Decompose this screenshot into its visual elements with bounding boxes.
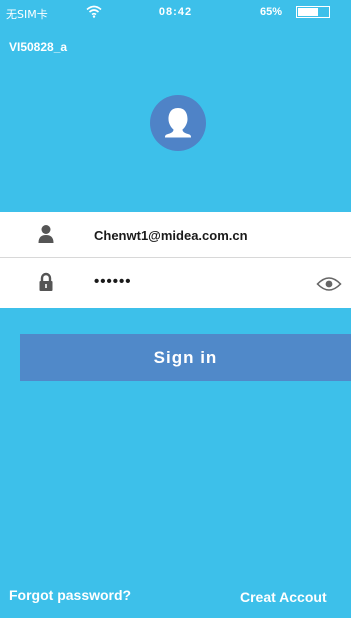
eye-icon[interactable] bbox=[316, 276, 342, 292]
password-field[interactable]: •••••• bbox=[0, 258, 351, 308]
lock-icon bbox=[39, 272, 53, 291]
device-id-label: VI50828_a bbox=[9, 40, 68, 54]
battery-icon bbox=[296, 6, 330, 18]
create-account-link[interactable]: Creat Accout bbox=[240, 589, 327, 605]
sign-in-button[interactable]: Sign in bbox=[20, 334, 351, 381]
user-icon bbox=[38, 225, 54, 243]
forgot-password-link[interactable]: Forgot password? bbox=[9, 587, 131, 603]
battery-fill bbox=[298, 8, 318, 16]
status-bar: 无SIM卡 08:42 65% bbox=[0, 0, 351, 26]
username-input[interactable]: Chenwt1@midea.com.cn bbox=[94, 228, 248, 243]
username-field[interactable]: Chenwt1@midea.com.cn bbox=[0, 212, 351, 258]
login-screen: 无SIM卡 08:42 65% VI50828_a Chenwt1@midea.… bbox=[0, 0, 351, 618]
avatar bbox=[150, 95, 206, 151]
battery-percent: 65% bbox=[260, 6, 283, 18]
password-input[interactable]: •••••• bbox=[94, 273, 132, 290]
user-avatar-icon bbox=[165, 108, 191, 138]
